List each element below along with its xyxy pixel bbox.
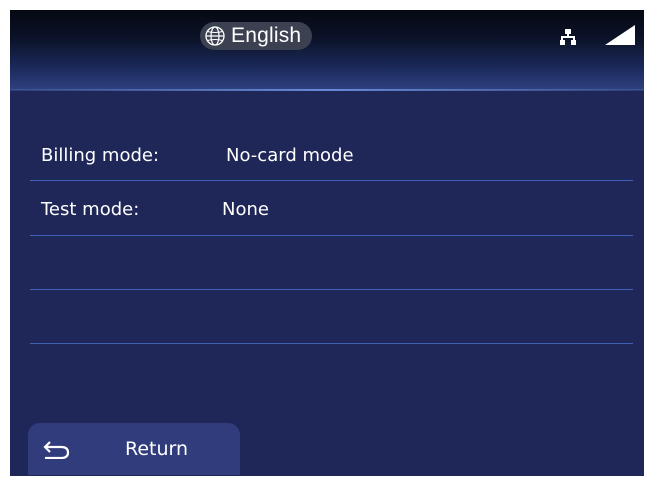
row-divider: [30, 343, 633, 344]
test-mode-label: Test mode:: [41, 199, 140, 220]
language-selector[interactable]: English: [200, 22, 312, 50]
top-bar: English: [10, 10, 644, 91]
signal-icon: [603, 25, 635, 45]
header-divider: [10, 89, 644, 91]
test-mode-value: None: [222, 199, 269, 220]
billing-mode-value: No-card mode: [226, 145, 354, 166]
return-button[interactable]: Return: [28, 423, 240, 475]
row-divider: [30, 235, 633, 236]
return-label: Return: [125, 438, 189, 460]
network-icon: [560, 29, 576, 45]
billing-mode-label: Billing mode:: [41, 145, 160, 166]
settings-screen: English Billing mode: No-card mode Test …: [10, 10, 644, 476]
language-label: English: [231, 24, 302, 47]
globe-icon: [203, 24, 227, 48]
row-divider: [30, 289, 633, 290]
row-divider: [30, 180, 633, 181]
return-arrow-icon: [42, 441, 70, 460]
